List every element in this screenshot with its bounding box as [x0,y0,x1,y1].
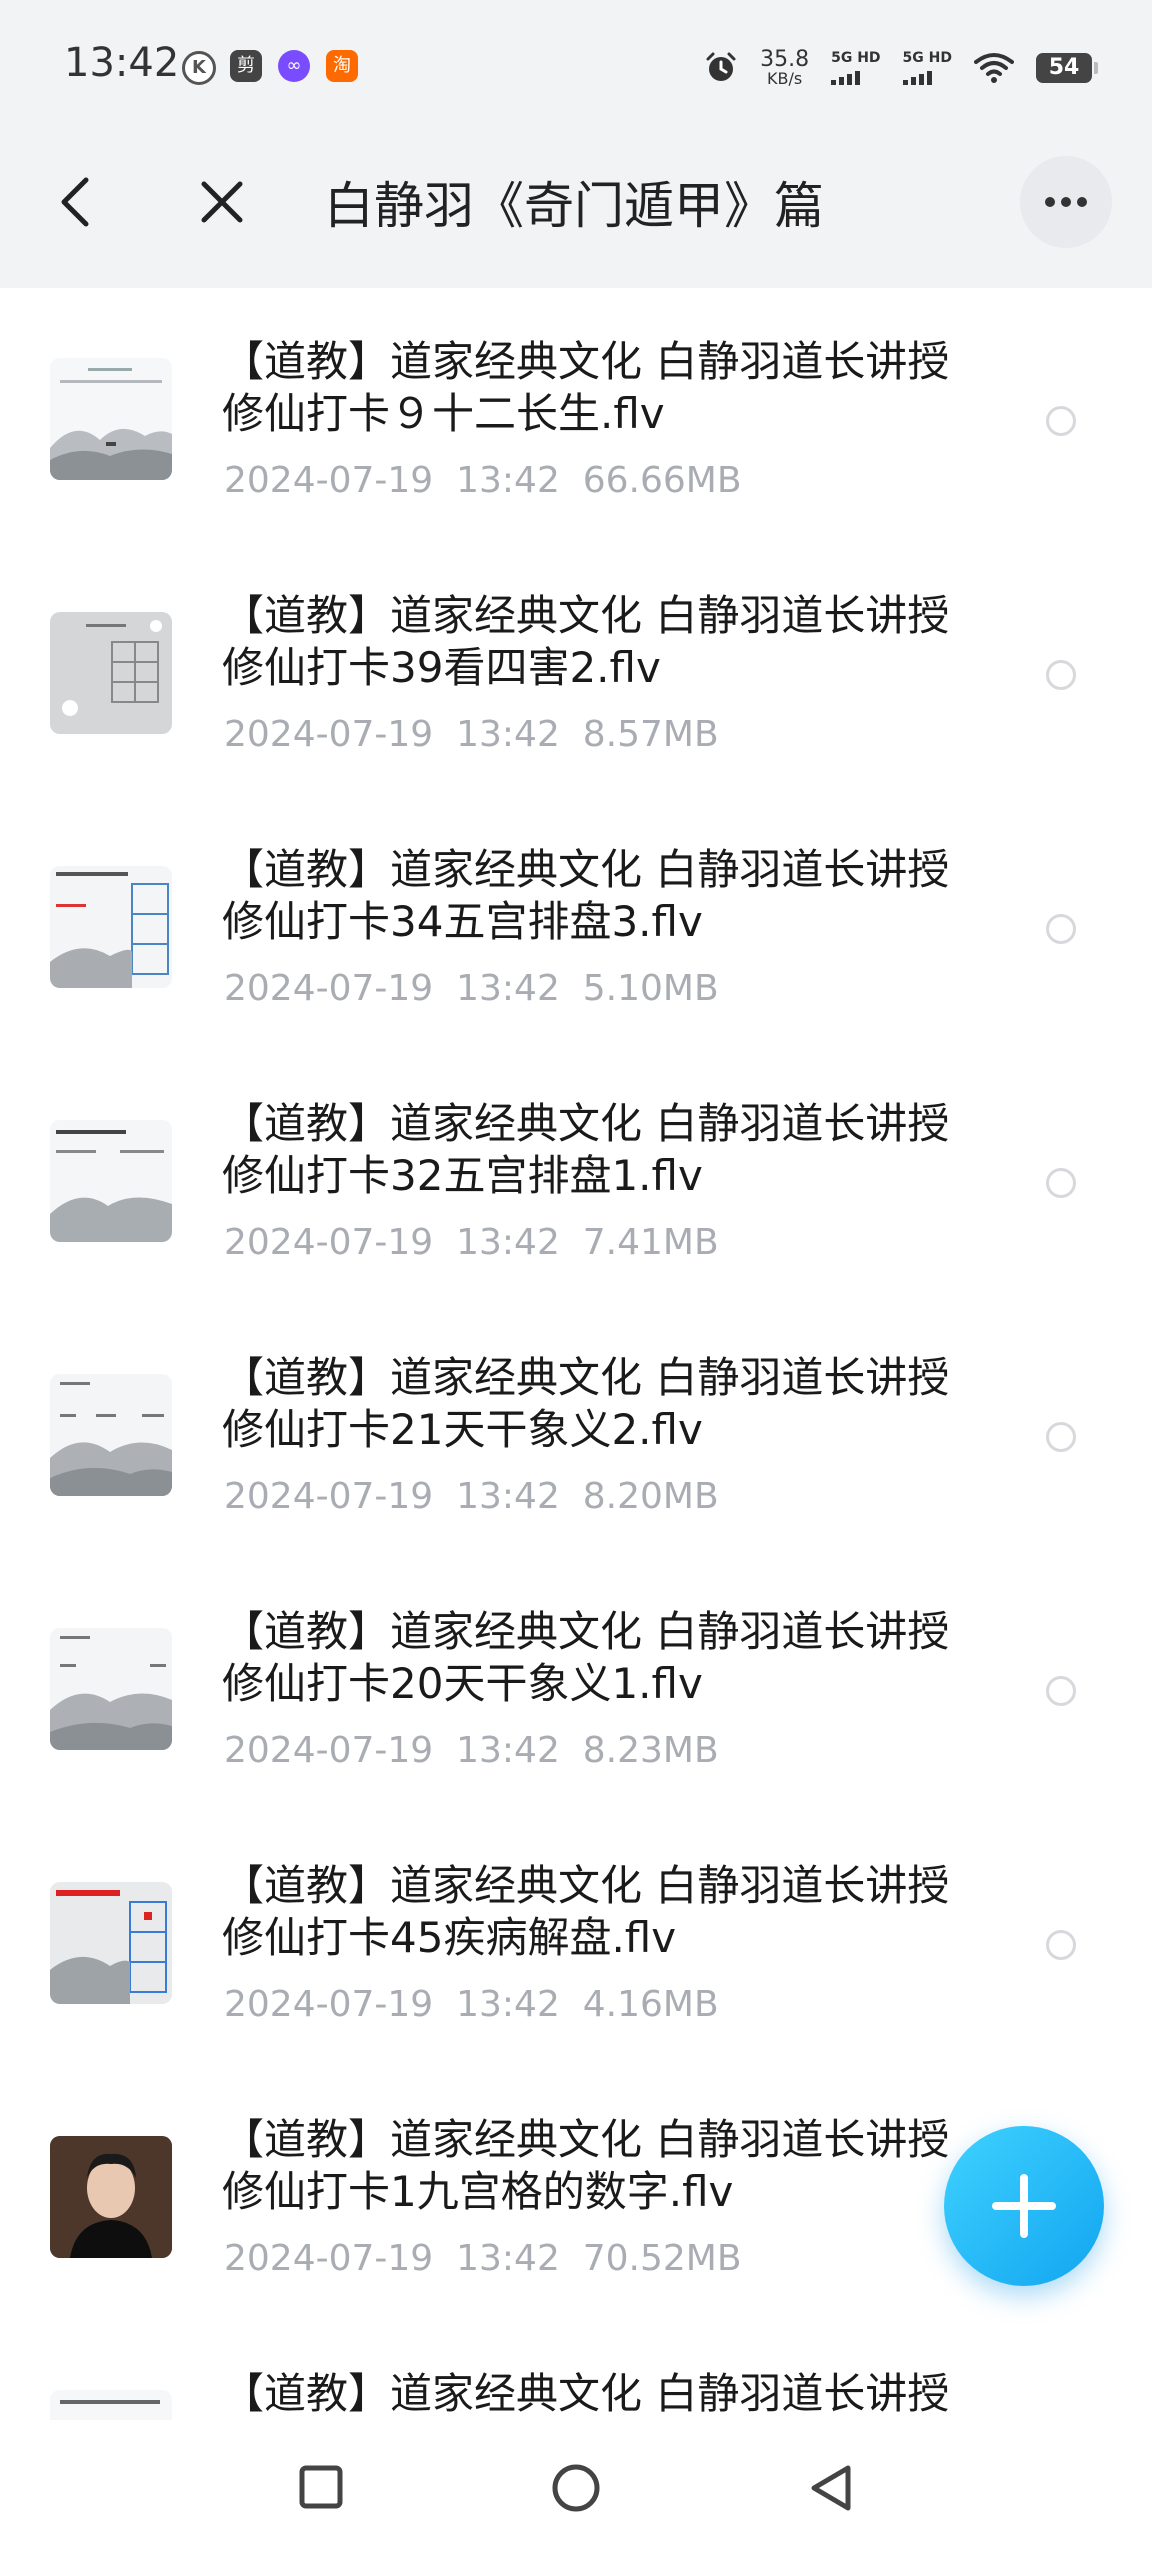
file-meta: 2024-07-19 13:42 7.41MB [224,1222,719,1263]
sim1-label: 5G HD [831,50,881,66]
file-meta: 2024-07-19 13:42 66.66MB [224,460,742,501]
file-name: 【道教】道家经典文化 白静羽道长讲授修仙打卡39看四害2.flv [222,591,950,692]
video-thumbnail [50,1374,172,1496]
file-time: 13:42 [456,714,560,755]
chevron-left-icon[interactable] [52,172,100,232]
file-name: 【道教】道家经典文化 白静羽道长讲授 [222,2369,950,2418]
page-title: 白静羽《奇门遁甲》篇 [324,177,824,235]
file-row[interactable]: 【道教】道家经典文化 白静羽道长讲授修仙打卡９十二长生.flv 2024-07-… [0,288,1152,542]
video-thumbnail [50,1628,172,1750]
file-row[interactable]: 【道教】道家经典文化 白静羽道长讲授修仙打卡34五宫排盘3.flv 2024-0… [0,796,1152,1050]
file-name: 【道教】道家经典文化 白静羽道长讲授修仙打卡1九宫格的数字.flv [222,2115,950,2216]
status-time: 13:42 [64,40,180,86]
taobao-app-icon: 淘 [326,50,358,82]
select-radio[interactable] [1046,1422,1076,1452]
network-speed-unit: KB/s [767,69,803,88]
sim2-signal: 5G HD [902,50,952,85]
select-radio[interactable] [1046,1676,1076,1706]
add-button[interactable] [944,2126,1104,2286]
file-time: 13:42 [456,1476,560,1517]
file-date: 2024-07-19 [224,1476,434,1517]
file-size: 8.20MB [582,1476,719,1517]
network-speed-value: 35.8 [760,47,810,72]
file-time: 13:42 [456,1984,560,2025]
file-date: 2024-07-19 [224,1730,434,1771]
video-thumbnail [50,1120,172,1242]
file-size: 4.16MB [582,1984,719,2025]
square-recents-icon[interactable] [296,2462,346,2512]
system-navigation-bar [0,2420,1152,2560]
file-date: 2024-07-19 [224,2238,434,2279]
file-meta: 2024-07-19 13:42 70.52MB [224,2238,742,2279]
video-thumbnail [50,1882,172,2004]
sim1-signal: 5G HD [831,50,881,85]
file-size: 8.23MB [582,1730,719,1771]
file-date: 2024-07-19 [224,460,434,501]
file-name: 【道教】道家经典文化 白静羽道长讲授修仙打卡20天干象义1.flv [222,1607,950,1708]
video-thumbnail [50,358,172,480]
file-time: 13:42 [456,1222,560,1263]
file-row[interactable]: 【道教】道家经典文化 白静羽道长讲授修仙打卡39看四害2.flv 2024-07… [0,542,1152,796]
infinity-app-icon: ∞ [278,50,310,82]
alarm-clock-icon [706,52,736,81]
file-meta: 2024-07-19 13:42 8.23MB [224,1730,719,1771]
video-thumbnail [50,612,172,734]
file-date: 2024-07-19 [224,1222,434,1263]
network-speed: 35.8 KB/s [760,49,809,87]
close-icon[interactable] [196,176,248,228]
file-row[interactable]: 【道教】道家经典文化 白静羽道长讲授修仙打卡45疾病解盘.flv 2024-07… [0,1812,1152,2066]
circle-home-icon[interactable] [550,2462,602,2514]
file-size: 5.10MB [582,968,719,1009]
more-horizontal-icon [1045,197,1087,207]
more-options-button[interactable] [1020,156,1112,248]
file-row[interactable]: 【道教】道家经典文化 白静羽道长讲授修仙打卡21天干象义2.flv 2024-0… [0,1304,1152,1558]
file-meta: 2024-07-19 13:42 8.57MB [224,714,719,755]
file-date: 2024-07-19 [224,714,434,755]
select-radio[interactable] [1046,406,1076,436]
file-date: 2024-07-19 [224,968,434,1009]
file-row[interactable]: 【道教】道家经典文化 白静羽道长讲授修仙打卡20天干象义1.flv 2024-0… [0,1558,1152,1812]
file-meta: 2024-07-19 13:42 8.20MB [224,1476,719,1517]
app-bar: 白静羽《奇门遁甲》篇 [0,116,1152,288]
select-radio[interactable] [1046,1168,1076,1198]
capcut-app-icon: 剪 [230,50,262,82]
file-size: 66.66MB [582,460,742,501]
signal-bars-icon [831,69,861,85]
video-thumbnail [50,2136,172,2258]
file-date: 2024-07-19 [224,1984,434,2025]
sim2-label: 5G HD [902,50,952,66]
file-name: 【道教】道家经典文化 白静羽道长讲授修仙打卡34五宫排盘3.flv [222,845,950,946]
select-radio[interactable] [1046,660,1076,690]
file-meta: 2024-07-19 13:42 4.16MB [224,1984,719,2025]
file-size: 70.52MB [582,2238,742,2279]
k-app-icon: K [182,51,216,85]
file-time: 13:42 [456,2238,560,2279]
status-bar: 13:42 K 剪 ∞ 淘 35.8 KB/s 5G HD 5G HD 54 [0,0,1152,116]
file-size: 8.57MB [582,714,719,755]
file-name: 【道教】道家经典文化 白静羽道长讲授修仙打卡21天干象义2.flv [222,1353,950,1454]
file-name: 【道教】道家经典文化 白静羽道长讲授修仙打卡９十二长生.flv [222,337,950,438]
file-name: 【道教】道家经典文化 白静羽道长讲授修仙打卡45疾病解盘.flv [222,1861,950,1962]
file-time: 13:42 [456,1730,560,1771]
wifi-icon [974,53,1014,83]
file-name: 【道教】道家经典文化 白静羽道长讲授修仙打卡32五宫排盘1.flv [222,1099,950,1200]
file-time: 13:42 [456,968,560,1009]
battery-indicator: 54 [1036,53,1098,83]
plus-icon [992,2174,1056,2238]
file-size: 7.41MB [582,1222,719,1263]
select-radio[interactable] [1046,1930,1076,1960]
file-time: 13:42 [456,460,560,501]
video-thumbnail [50,866,172,988]
signal-bars-icon [902,69,932,85]
status-right-group: 35.8 KB/s 5G HD 5G HD 54 [704,44,1098,92]
triangle-back-icon[interactable] [806,2462,856,2514]
select-radio[interactable] [1046,914,1076,944]
file-meta: 2024-07-19 13:42 5.10MB [224,968,719,1009]
file-row[interactable]: 【道教】道家经典文化 白静羽道长讲授修仙打卡32五宫排盘1.flv 2024-0… [0,1050,1152,1304]
